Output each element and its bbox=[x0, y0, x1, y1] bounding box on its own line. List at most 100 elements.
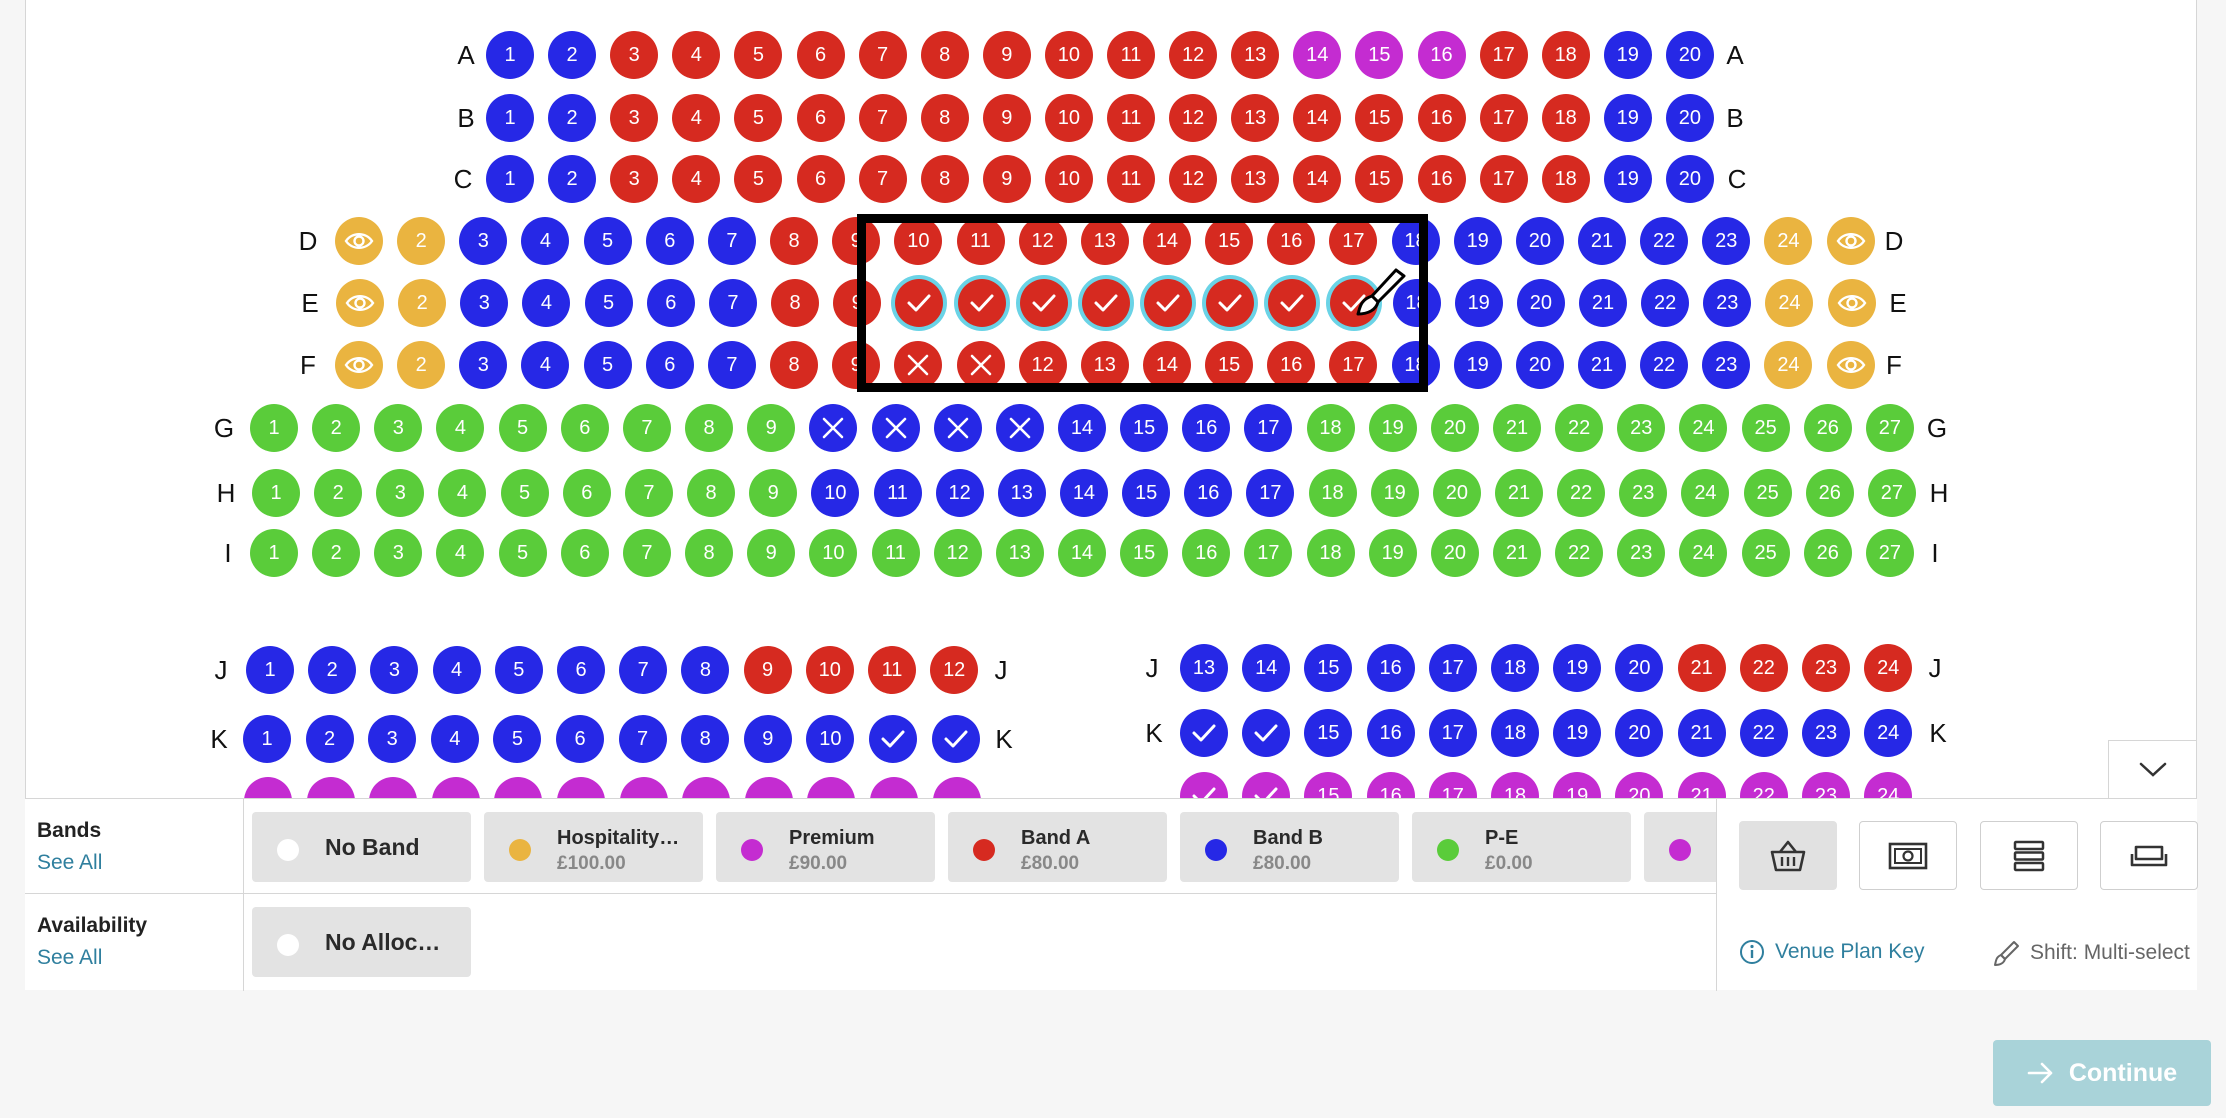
seat[interactable]: 27 bbox=[1865, 529, 1914, 577]
seat[interactable] bbox=[682, 777, 731, 798]
seat[interactable]: 15 bbox=[1355, 94, 1404, 142]
seat[interactable]: 3 bbox=[376, 469, 425, 517]
seat[interactable]: 21 bbox=[1578, 217, 1626, 265]
seat[interactable]: 22 bbox=[1555, 404, 1604, 452]
seat[interactable]: 16 bbox=[1417, 31, 1466, 79]
seat[interactable]: 7 bbox=[708, 279, 757, 327]
seat[interactable]: 18 bbox=[1391, 217, 1440, 265]
seat[interactable]: 5 bbox=[500, 469, 549, 517]
seat[interactable]: 23 bbox=[1617, 404, 1666, 452]
seat[interactable]: 8 bbox=[771, 279, 820, 327]
seat[interactable]: 8 bbox=[920, 94, 969, 142]
seat[interactable]: 17 bbox=[1479, 155, 1528, 203]
seat[interactable]: 6 bbox=[557, 646, 605, 694]
seat[interactable]: 12 bbox=[1169, 155, 1218, 203]
seat[interactable]: 17 bbox=[1244, 404, 1293, 452]
seat[interactable]: 25 bbox=[1741, 404, 1790, 452]
seat[interactable]: 5 bbox=[734, 31, 783, 79]
seat[interactable]: 6 bbox=[646, 279, 695, 327]
seat[interactable]: 9 bbox=[982, 31, 1031, 79]
seat[interactable]: 6 bbox=[562, 469, 611, 517]
seat[interactable]: 12 bbox=[1169, 94, 1218, 142]
seat[interactable]: 19 bbox=[1453, 341, 1502, 389]
seat[interactable]: 19 bbox=[1603, 31, 1652, 79]
seat[interactable]: 26 bbox=[1805, 469, 1854, 517]
seat[interactable]: 2 bbox=[397, 341, 446, 389]
seat[interactable]: 4 bbox=[436, 529, 485, 577]
bands-see-all-link[interactable]: See All bbox=[37, 851, 243, 875]
band-chip[interactable]: Hospitality… £100.00 bbox=[484, 812, 703, 882]
seat[interactable]: 4 bbox=[521, 341, 570, 389]
seat-selected[interactable] bbox=[957, 279, 1006, 327]
seat[interactable]: 18 bbox=[1541, 155, 1590, 203]
seat[interactable]: 6 bbox=[645, 217, 694, 265]
seat[interactable]: 19 bbox=[1603, 94, 1652, 142]
seat[interactable]: 16 bbox=[1366, 644, 1415, 692]
seat[interactable]: 24 bbox=[1764, 217, 1813, 265]
seat[interactable]: 21 bbox=[1495, 469, 1543, 517]
seat[interactable]: 18 bbox=[1306, 529, 1355, 577]
seat-tool-button[interactable] bbox=[2100, 821, 2198, 890]
seat[interactable]: 24 bbox=[1864, 644, 1913, 692]
seat[interactable]: 22 bbox=[1557, 469, 1606, 517]
seat[interactable]: 8 bbox=[770, 217, 819, 265]
seat[interactable]: 22 bbox=[1739, 644, 1788, 692]
seat[interactable]: 11 bbox=[868, 646, 916, 694]
seat[interactable]: 9 bbox=[743, 646, 792, 694]
seat[interactable]: 7 bbox=[622, 529, 671, 577]
seat[interactable]: 14 bbox=[1293, 155, 1342, 203]
seat[interactable]: 12 bbox=[930, 646, 979, 694]
seat[interactable]: 17 bbox=[1329, 217, 1378, 265]
seat[interactable] bbox=[244, 777, 292, 798]
seat[interactable]: 19 bbox=[1453, 217, 1502, 265]
seat[interactable]: 23 bbox=[1702, 341, 1751, 389]
seat[interactable]: 20 bbox=[1516, 279, 1565, 327]
seat[interactable]: 3 bbox=[610, 31, 659, 79]
seat-selected[interactable] bbox=[1206, 279, 1255, 327]
seat[interactable]: 25 bbox=[1743, 469, 1792, 517]
seat[interactable]: 15 bbox=[1122, 469, 1171, 517]
seat[interactable]: 8 bbox=[920, 31, 969, 79]
seat[interactable]: 13 bbox=[1231, 31, 1280, 79]
seat[interactable]: 14 bbox=[1242, 644, 1291, 692]
seat[interactable]: 16 bbox=[1267, 217, 1316, 265]
seat[interactable]: 24 bbox=[1679, 529, 1728, 577]
seat[interactable]: 16 bbox=[1184, 469, 1233, 517]
seat[interactable] bbox=[931, 715, 980, 763]
seat[interactable]: 4 bbox=[438, 469, 487, 517]
seat[interactable]: 21 bbox=[1578, 341, 1626, 389]
seat[interactable] bbox=[869, 715, 917, 763]
seat[interactable]: 24 bbox=[1764, 341, 1813, 389]
seat[interactable]: 17 bbox=[1428, 709, 1477, 757]
seat[interactable]: 16 bbox=[1417, 94, 1466, 142]
band-chip[interactable]: Premium £90.00 bbox=[716, 812, 935, 882]
seat[interactable]: 4 bbox=[432, 646, 481, 694]
seat[interactable]: 4 bbox=[672, 94, 721, 142]
seat[interactable]: 15 bbox=[1355, 31, 1404, 79]
seat[interactable]: 19 bbox=[1553, 772, 1602, 798]
seat[interactable]: 2 bbox=[548, 31, 597, 79]
cash-tool-button[interactable] bbox=[1859, 821, 1957, 890]
seat[interactable]: 27 bbox=[1867, 469, 1916, 517]
seat-selected[interactable] bbox=[1143, 279, 1192, 327]
seat[interactable]: 18 bbox=[1306, 404, 1355, 452]
seat[interactable]: 3 bbox=[374, 529, 423, 577]
seat[interactable]: 13 bbox=[997, 469, 1046, 517]
seat[interactable]: 1 bbox=[486, 155, 534, 203]
seat[interactable]: 21 bbox=[1677, 772, 1726, 798]
seat[interactable]: 2 bbox=[314, 469, 363, 517]
seat[interactable]: 1 bbox=[250, 529, 298, 577]
seat[interactable]: 6 bbox=[560, 404, 609, 452]
seat[interactable]: 15 bbox=[1205, 341, 1254, 389]
seat[interactable]: 19 bbox=[1370, 469, 1419, 517]
seat[interactable]: 23 bbox=[1802, 709, 1850, 757]
seat[interactable]: 20 bbox=[1430, 529, 1479, 577]
seat[interactable]: 14 bbox=[1142, 341, 1191, 389]
seat[interactable]: 3 bbox=[459, 217, 508, 265]
band-chip[interactable]: P-E £0.00 bbox=[1412, 812, 1631, 882]
seat[interactable] bbox=[1242, 772, 1291, 798]
seat[interactable] bbox=[932, 777, 981, 798]
seat[interactable]: 1 bbox=[243, 715, 291, 763]
seat[interactable]: 5 bbox=[583, 217, 632, 265]
band-chip[interactable]: Band B £80.00 bbox=[1180, 812, 1399, 882]
